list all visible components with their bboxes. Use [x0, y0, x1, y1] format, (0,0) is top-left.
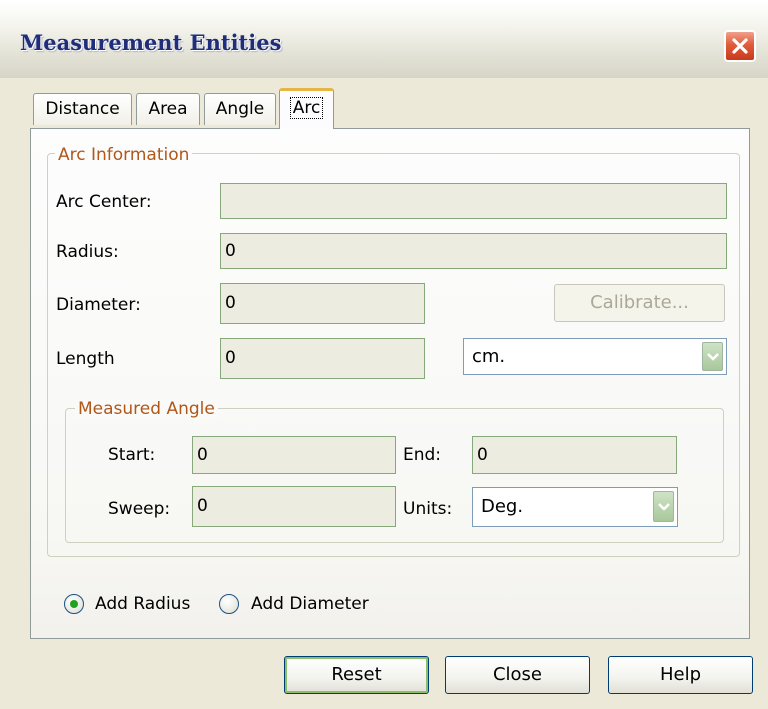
- add-diameter-radio[interactable]: [219, 594, 239, 614]
- length-label: Length: [56, 349, 115, 369]
- end-field: 0: [472, 436, 677, 474]
- help-button[interactable]: Help: [608, 656, 753, 694]
- arc-information-legend: Arc Information: [55, 145, 193, 165]
- arc-center-field: [220, 183, 727, 219]
- sweep-field: 0: [192, 486, 396, 527]
- calibrate-button[interactable]: Calibrate...: [554, 284, 725, 322]
- chevron-down-icon: [706, 352, 719, 361]
- length-units-value: cm.: [472, 346, 506, 367]
- tab-arc-label: Arc: [289, 97, 324, 119]
- arc-center-label: Arc Center:: [56, 192, 152, 212]
- radius-field: 0: [220, 233, 727, 269]
- radius-label: Radius:: [56, 242, 119, 262]
- sweep-label: Sweep:: [108, 499, 171, 519]
- measured-angle-legend: Measured Angle: [75, 399, 218, 419]
- title-bar: Measurement Entities: [0, 0, 768, 78]
- add-diameter-label[interactable]: Add Diameter: [251, 594, 369, 614]
- angle-units-dropdown-arrow[interactable]: [653, 491, 674, 522]
- tab-angle[interactable]: Angle: [204, 93, 276, 125]
- diameter-label: Diameter:: [56, 295, 141, 315]
- chevron-down-icon: [657, 502, 670, 511]
- close-window-button[interactable]: [724, 30, 756, 62]
- add-radius-radio[interactable]: [64, 594, 84, 614]
- angle-units-select[interactable]: Deg.: [472, 487, 678, 527]
- add-radius-label[interactable]: Add Radius: [95, 594, 190, 614]
- start-field: 0: [192, 436, 396, 474]
- angle-units-value: Deg.: [481, 496, 524, 517]
- tab-panel-arc: Arc Information Arc Center: Radius: 0 Di…: [30, 128, 750, 639]
- window-title: Measurement Entities: [20, 30, 282, 55]
- reset-button[interactable]: Reset: [284, 656, 429, 694]
- radio-selected-dot: [70, 600, 78, 608]
- tab-area[interactable]: Area: [136, 93, 200, 125]
- length-field: 0: [220, 338, 425, 379]
- close-button[interactable]: Close: [445, 656, 590, 694]
- length-units-select[interactable]: cm.: [463, 338, 727, 375]
- close-icon: [732, 38, 748, 54]
- start-label: Start:: [108, 445, 156, 465]
- end-label: End:: [403, 445, 442, 465]
- tab-distance[interactable]: Distance: [33, 93, 132, 125]
- units-label: Units:: [403, 499, 453, 519]
- measurement-entities-dialog: Measurement Entities Distance Area Angle…: [0, 0, 768, 709]
- diameter-field: 0: [220, 283, 425, 324]
- tab-arc[interactable]: Arc: [279, 88, 334, 129]
- length-units-dropdown-arrow[interactable]: [702, 342, 723, 371]
